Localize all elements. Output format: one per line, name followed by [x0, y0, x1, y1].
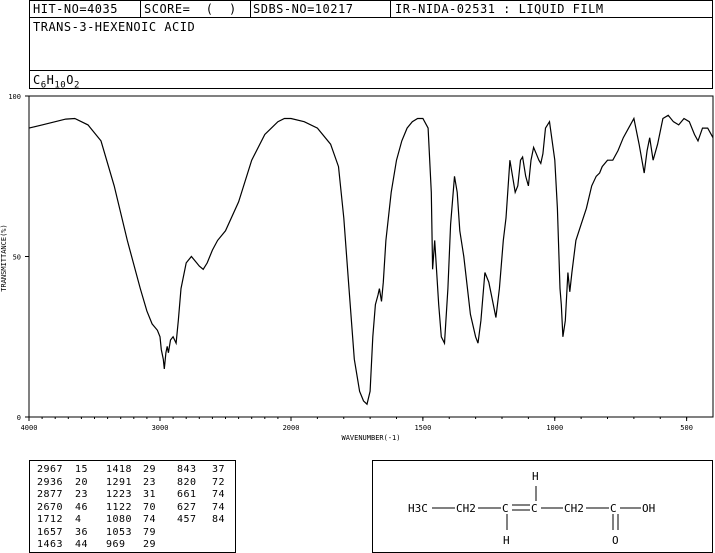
- sdbs-number: SDBS-NO=10217: [253, 2, 354, 16]
- compound-name: TRANS-3-HEXENOIC ACID: [33, 20, 196, 34]
- peak-wavenumber: 1463: [37, 539, 64, 550]
- formula-row: [29, 70, 713, 89]
- divider: [140, 0, 141, 18]
- x-tick-label: 1500: [414, 424, 431, 432]
- peak-wavenumber: 969: [106, 539, 126, 550]
- ir-number: IR-NIDA-02531 : LIQUID FILM: [395, 2, 604, 16]
- structure-c2: C: [531, 502, 538, 515]
- y-tick-label: 100: [8, 93, 21, 101]
- peak-transmittance: 84: [212, 514, 226, 525]
- peak-transmittance: 29: [143, 539, 157, 550]
- structure-diagram: H3C CH2 C C H H CH2 C OH O: [408, 470, 655, 547]
- peak-wavenumber: 457: [177, 514, 197, 525]
- structure-c1: C: [502, 502, 509, 515]
- structure-oh: OH: [642, 502, 655, 515]
- structure-c3: C: [610, 502, 617, 515]
- x-tick-label: 3000: [152, 424, 169, 432]
- structure-h-top: H: [532, 470, 539, 483]
- score: SCORE= ( ): [144, 2, 237, 16]
- x-tick-label: 1000: [546, 424, 563, 432]
- x-tick-label: 2000: [283, 424, 300, 432]
- y-tick-label: 50: [13, 254, 21, 262]
- x-axis-label: WAVENUMBER(-1): [341, 434, 400, 442]
- structure-o: O: [612, 534, 619, 547]
- hit-number: HIT-NO=4035: [33, 2, 118, 16]
- divider: [390, 0, 391, 18]
- y-tick-label: 0: [17, 414, 21, 422]
- structure-ch2-b: CH2: [564, 502, 584, 515]
- peak-transmittance: 44: [75, 539, 89, 550]
- x-tick-label: 500: [680, 424, 693, 432]
- ir-spectrum-chart: 0 50 100 4000 3000 2000 1500 1000 500 TRANSMITT…: [0, 93, 714, 442]
- structure-ch2-a: CH2: [456, 502, 476, 515]
- x-tick-label: 4000: [21, 424, 38, 432]
- divider: [250, 0, 251, 18]
- structure-h-bottom: H: [503, 534, 510, 547]
- spectrum-line: [28, 114, 714, 406]
- header-row: [29, 0, 713, 18]
- structure-h3c: H3C: [408, 502, 428, 515]
- y-axis-label: TRANSMITTANCE(%): [0, 224, 8, 291]
